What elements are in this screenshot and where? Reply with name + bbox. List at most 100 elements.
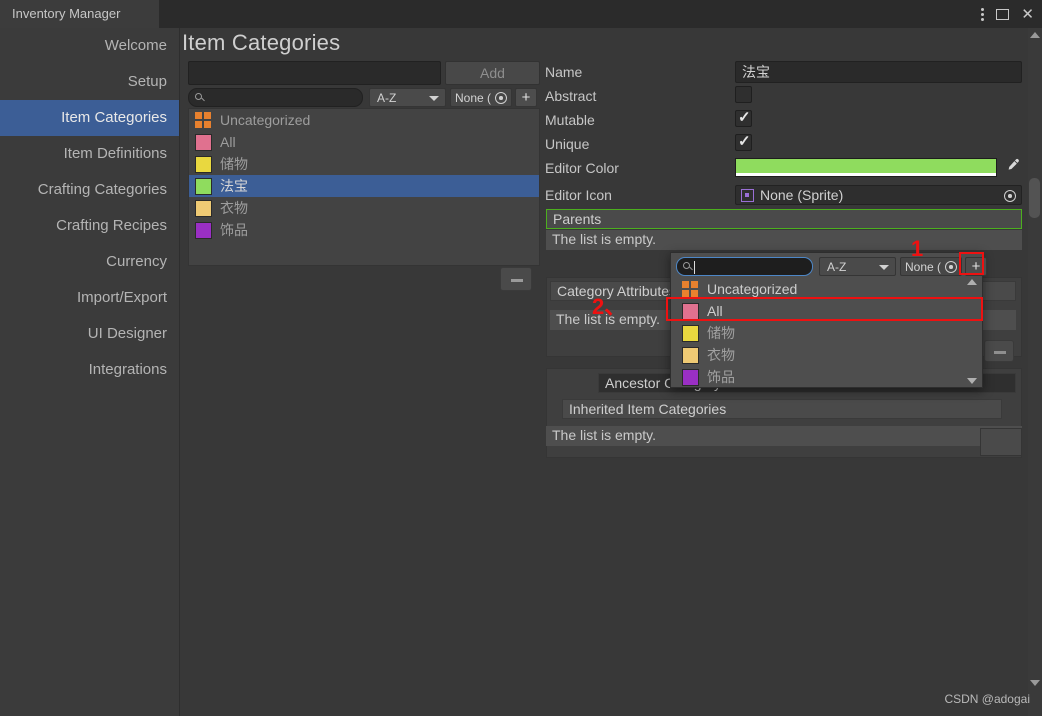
window-controls: ✕ (981, 0, 1034, 28)
add-filter-button[interactable]: + (515, 88, 537, 107)
popup-filter-label: None ( (905, 260, 942, 274)
popup-item-list[interactable]: Uncategorized All 储物 衣物 饰品 (676, 278, 979, 388)
inspector-panel: Name 法宝 Abstract Mutable Unique Editor C… (545, 61, 1022, 208)
list-item-chuwu[interactable]: 储物 (189, 153, 539, 175)
scroll-down-icon[interactable] (967, 378, 977, 384)
list-item-yiwu[interactable]: 衣物 (189, 197, 539, 219)
kebab-menu-icon[interactable] (981, 7, 985, 21)
list-item-label: All (220, 134, 236, 150)
list-item-shipin[interactable]: 饰品 (189, 219, 539, 241)
search-icon (195, 93, 202, 100)
field-label: Editor Color (545, 160, 619, 176)
alpha-band (736, 173, 996, 176)
eyedropper-icon[interactable] (1003, 158, 1022, 177)
app-window: Inventory Manager ✕ Welcome Setup Item C… (0, 0, 1042, 716)
remove-attribute-button[interactable] (984, 340, 1014, 362)
sidebar-item-import-export[interactable]: Import/Export (0, 280, 179, 316)
editor-icon-value: None (Sprite) (760, 187, 844, 203)
sidebar-item-ui-designer[interactable]: UI Designer (0, 316, 179, 352)
abstract-checkbox[interactable] (735, 86, 752, 103)
popup-item-shipin[interactable]: 饰品 (676, 366, 979, 388)
sidebar-item-crafting-recipes[interactable]: Crafting Recipes (0, 208, 179, 244)
popup-search-input[interactable] (676, 257, 813, 276)
close-icon[interactable]: ✕ (1021, 7, 1034, 22)
popup-item-yiwu[interactable]: 衣物 (676, 344, 979, 366)
color-swatch (195, 199, 212, 217)
annotation-1: 1 (911, 236, 924, 261)
popup-item-label: 饰品 (707, 369, 735, 385)
watermark: CSDN @adogai (944, 692, 1030, 706)
name-input[interactable]: 法宝 (735, 61, 1022, 83)
scroll-up-icon[interactable] (1030, 32, 1040, 38)
chevron-down-icon (879, 265, 889, 270)
scroll-down-icon[interactable] (1030, 680, 1040, 686)
color-swatch (682, 368, 699, 386)
sidebar-item-currency[interactable]: Currency (0, 244, 179, 280)
sidebar-item-item-definitions[interactable]: Item Definitions (0, 136, 179, 172)
sidebar-item-welcome[interactable]: Welcome (0, 28, 179, 64)
annotation-box-plus (959, 252, 984, 275)
field-label: Abstract (545, 88, 597, 104)
sidebar-item-setup[interactable]: Setup (0, 64, 179, 100)
sort-dropdown[interactable]: A-Z (369, 88, 446, 107)
editor-icon-object-field[interactable]: None (Sprite) (735, 185, 1022, 205)
color-swatch (682, 346, 699, 364)
remove-category-button[interactable] (500, 267, 532, 291)
filter-object-field[interactable]: None ( (450, 88, 512, 107)
uncategorized-grid-icon (195, 111, 212, 129)
add-button[interactable]: Add (445, 61, 540, 85)
uncategorized-grid-icon (682, 280, 699, 298)
color-swatch (195, 177, 212, 195)
field-unique: Unique (545, 132, 1022, 157)
popup-sort-dropdown[interactable]: A-Z (819, 257, 896, 276)
mutable-checkbox[interactable] (735, 108, 752, 127)
annotation-2: 2、 (592, 294, 627, 319)
list-item-label: 饰品 (220, 222, 248, 238)
field-name: Name 法宝 (545, 61, 1022, 85)
parents-empty-text: The list is empty. (546, 230, 1022, 250)
field-label: Name (545, 64, 583, 80)
color-swatch (682, 324, 699, 342)
inherited-item-categories-header[interactable]: Inherited Item Categories (562, 399, 1002, 419)
field-label: Editor Icon (545, 187, 612, 203)
inherited-empty-text: The list is empty. (546, 426, 1022, 446)
object-picker-icon[interactable] (495, 92, 507, 104)
window-tab-inventory-manager[interactable]: Inventory Manager (0, 0, 160, 28)
scrollbar-thumb[interactable] (1029, 178, 1040, 218)
sidebar-item-crafting-categories[interactable]: Crafting Categories (0, 172, 179, 208)
scroll-up-icon[interactable] (967, 279, 977, 285)
field-label: Mutable (545, 112, 595, 128)
search-input[interactable] (188, 88, 363, 107)
maximize-icon[interactable] (996, 8, 1010, 20)
annotation-box-all-row (666, 297, 983, 321)
object-picker-icon[interactable] (1004, 190, 1016, 202)
list-item-fabao[interactable]: 法宝 (189, 175, 539, 197)
parents-header[interactable]: Parents (546, 209, 1022, 229)
popup-filter-row: A-Z None ( + (676, 257, 987, 276)
color-swatch (195, 133, 212, 151)
list-item-label: 法宝 (220, 178, 248, 194)
popup-sort-label: A-Z (827, 260, 847, 274)
popup-filter-object-field[interactable]: None ( (900, 257, 962, 276)
popup-scrollbar[interactable] (966, 278, 979, 385)
field-mutable: Mutable (545, 108, 1022, 133)
new-category-name-input[interactable] (188, 61, 441, 85)
sidebar-item-item-categories[interactable]: Item Categories (0, 100, 179, 136)
list-item-all[interactable]: All (189, 131, 539, 153)
chevron-down-icon (429, 96, 439, 101)
color-swatch (195, 221, 212, 239)
inherited-action-button[interactable] (980, 428, 1022, 456)
list-filter-row: A-Z None ( + (188, 88, 540, 107)
color-band (736, 159, 996, 174)
popup-item-chuwu[interactable]: 储物 (676, 322, 979, 344)
unique-checkbox[interactable] (735, 132, 752, 151)
sort-dropdown-label: A-Z (377, 91, 397, 105)
editor-color-field[interactable] (735, 158, 997, 177)
object-picker-icon[interactable] (945, 261, 957, 273)
sidebar-item-integrations[interactable]: Integrations (0, 352, 179, 388)
main-scrollbar[interactable] (1028, 28, 1042, 716)
list-item-uncategorized[interactable]: Uncategorized (189, 109, 539, 131)
category-list[interactable]: Uncategorized All 储物 法宝 衣物 饰品 (188, 108, 540, 266)
popup-item-label: Uncategorized (707, 281, 798, 297)
popup-item-label: 衣物 (707, 347, 735, 363)
